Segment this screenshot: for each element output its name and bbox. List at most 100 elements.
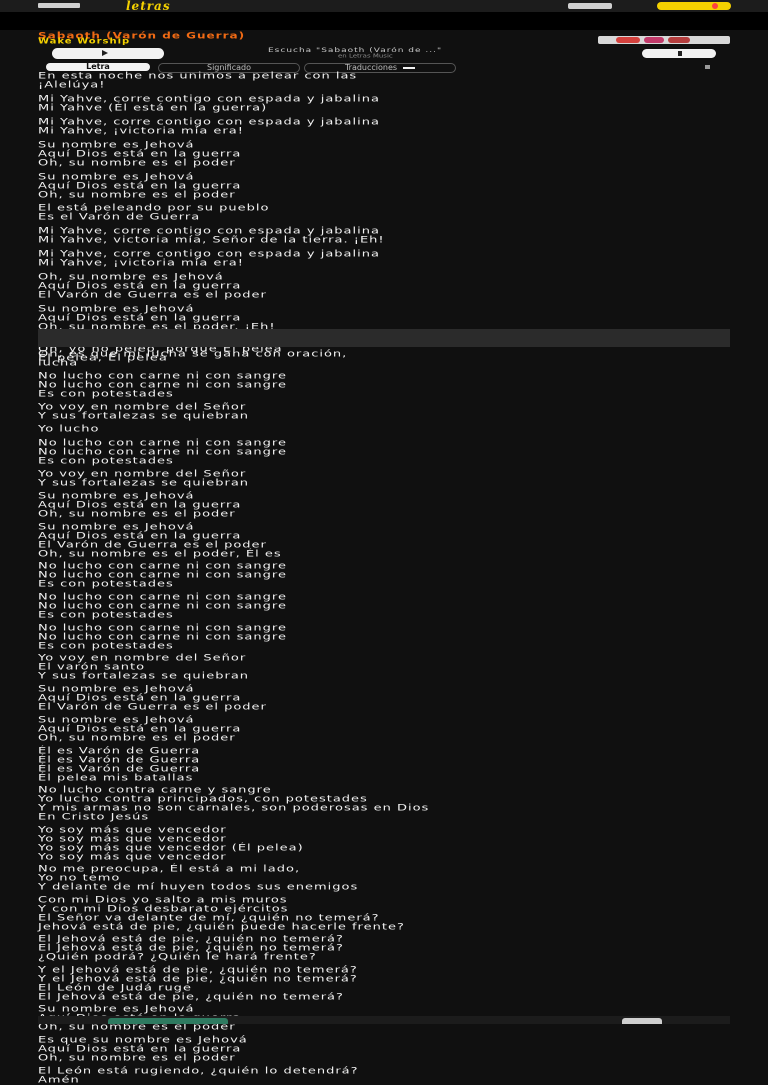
lyrics-line: Oh, su nombre es el poder: [38, 189, 236, 200]
lyrics-line: Su nombre es Jehová: [38, 491, 195, 502]
lyrics-line: Aquí Dios está en la guerra: [38, 180, 242, 191]
lyrics-line: Es el Varón de Guerra: [38, 212, 201, 223]
lyrics-line: Yo lucho contra principados, con potesta…: [38, 794, 368, 805]
lyrics-stanza: Su nombre es JehováAquí Dios está en la …: [38, 716, 730, 743]
lyrics-line: Yo voy en nombre del Señor: [38, 653, 247, 664]
lyrics-line: Mi Yahve (Él está en la guerra): [38, 103, 268, 114]
lyrics-line: Yo soy más que vencedor: [38, 824, 227, 835]
audio-player: Escucha "Sabaoth (Varón de ..." en Letra…: [38, 47, 730, 60]
lyrics-line: Es con potestades: [38, 456, 174, 467]
user-account-button[interactable]: [657, 2, 731, 10]
lyrics-line: Es con potestades: [38, 640, 174, 651]
lyrics-line: Su nombre es Jehová: [38, 1004, 195, 1015]
lyrics-line: Mi Yahve, corre contigo con espada y jab…: [38, 249, 380, 260]
lyrics-line: Su nombre es Jehová: [38, 684, 195, 695]
lyrics-line: Con mi Dios yo salto a mis muros: [38, 895, 288, 906]
chevron-down-icon: [403, 66, 416, 69]
lyrics-stanza: Yo soy más que vencedor Yo soy más que ve…: [38, 826, 730, 862]
lyrics-line: Mi Yahve, corre contigo con espada y jab…: [38, 226, 380, 237]
lyrics-line: No lucho con carne ni con sangre: [38, 371, 287, 382]
lyrics-line: Jehová está de pie, ¿quién puede hacerle…: [38, 922, 405, 933]
lyrics-line: El Varón de Guerra es el poder: [38, 539, 267, 550]
lyrics-line: Aquí Dios está en la guerra: [38, 724, 242, 735]
lyrics-line: Mi Yahve, ¡victoria mía era!: [38, 258, 244, 269]
lyrics-line: No lucho con carne ni con sangre: [38, 592, 287, 603]
lyrics-line: Él es Varón de Guerra: [38, 755, 201, 766]
lyrics-line: No lucho con carne ni con sangre: [38, 561, 287, 572]
lyrics-line: No lucho contra carne y sangre: [38, 785, 272, 796]
lyrics-line: No lucho con carne ni con sangre: [38, 447, 287, 458]
tab-lyrics[interactable]: Letra: [46, 63, 150, 71]
lyrics-line: Oh, su nombre es el poder. ¡Eh!: [38, 321, 276, 332]
lyrics-line: Su nombre es Jehová: [38, 521, 195, 532]
volume-button[interactable]: [642, 49, 716, 58]
lyrics-line: No lucho con carne ni con sangre: [38, 622, 287, 633]
lyrics-stanza: Mi Yahve, corre contigo con espada y jab…: [38, 118, 730, 136]
lyrics-line: Mi Yahve, victoria mía, Señor de la tier…: [38, 235, 385, 246]
lyrics-line: Y sus fortalezas se quiebran: [38, 671, 250, 682]
lyrics-line: Es que su nombre es Jehová: [38, 1035, 248, 1046]
lyrics-stanza: Su nombre es JehováAquí Dios está en la …: [38, 685, 730, 712]
lyrics-line: lucha: [38, 358, 79, 369]
lyrics-stanza: Es que su nombre es Jehová Aquí Dios está…: [38, 1036, 730, 1063]
lyrics-line: Oh, es que mi lucha se gana con oración,: [38, 349, 348, 360]
lyrics-stanza: En esta noche nos unimos a pelear con la…: [38, 72, 730, 90]
lyrics-line: Él es Varón de Guerra: [38, 746, 201, 757]
lyrics-line: Aquí Dios está en la guerra: [38, 312, 242, 323]
lyrics-line: No me preocupa, Él está a mi lado,: [38, 864, 301, 875]
lyrics-line: Su nombre es Jehová: [38, 303, 195, 314]
lyrics-line: Yo soy más que vencedor (Él pelea): [38, 842, 304, 853]
bottom-sticky-bar: [38, 1016, 730, 1024]
lyrics-line: Oh, su nombre es el poder: [38, 1022, 236, 1033]
lyrics-stanza: Su nombre es JehováAquí Dios está en la …: [38, 141, 730, 168]
lyrics-line: Yo voy en nombre del Señor: [38, 402, 247, 413]
lyrics-stanza: Yo voy en nombre del Señor Y sus fortalez…: [38, 470, 730, 488]
lyrics-line: Aquí Dios está en la guerra: [38, 149, 242, 160]
lyrics-stanza: No lucho con carne ni con sangre No lucho…: [38, 439, 730, 466]
more-options-icon[interactable]: [705, 65, 710, 69]
lyrics-line: Él pelea mis batallas: [38, 773, 194, 784]
lyrics-line: Su nombre es Jehová: [38, 715, 195, 726]
lyrics-line: Él es Varón de Guerra: [38, 764, 201, 775]
lyrics-line: El Jehová está de pie, ¿quién no temerá?: [38, 934, 344, 945]
lyrics-stanza: No lucho con carne ni con sangre No lucho…: [38, 372, 730, 399]
lyrics-line: El Varón de Guerra es el poder: [38, 290, 267, 301]
lyrics-stanza: Mi Yahve, corre contigo con espada y jab…: [38, 95, 730, 113]
lyrics-line: Oh, su nombre es el poder: [38, 1053, 236, 1064]
search-icon[interactable]: [568, 3, 612, 9]
speaker-icon: [678, 51, 682, 56]
menu-icon[interactable]: [38, 3, 80, 8]
artist-link[interactable]: Wake Worship: [38, 38, 130, 46]
lyrics-line: Y delante de mí huyen todos sus enemigos: [38, 882, 359, 893]
lyrics-line: Y el Jehová está de pie, ¿quién no temer…: [38, 965, 358, 976]
lyrics-line: Aquí Dios está en la guerra: [38, 530, 242, 541]
lyrics-line: Aquí Dios está en la guerra: [38, 500, 242, 511]
lyrics-stanza: Yo voy en nombre del Señor Y sus fortalez…: [38, 403, 730, 421]
lyrics-line: Y sus fortalezas se quiebran: [38, 477, 250, 488]
lyrics-stanza: Su nombre es JehováAquí Dios está en la …: [38, 303, 730, 332]
bottom-secondary-button[interactable]: [622, 1018, 662, 1024]
lyrics-line: Oh, su nombre es el poder: [38, 158, 236, 169]
lyrics-stanza: El León está rugiendo, ¿quién lo detendr…: [38, 1067, 730, 1085]
lyrics-stanza: Mi Yahve, corre contigo con espada y jab…: [38, 227, 730, 245]
bottom-action-button[interactable]: [108, 1018, 228, 1024]
lyrics-stanza: No lucho con carne ni con sangre No lucho…: [38, 593, 730, 620]
lyrics-stanza: Su nombre es JehováAquí Dios está en la …: [38, 172, 730, 200]
lyrics-stanza: El está peleando por su pueblo Es el Varó…: [38, 204, 730, 222]
lyrics-line: El varón santo: [38, 662, 146, 673]
lyrics-line: Es con potestades: [38, 610, 174, 621]
lyrics-line: Yo lucho: [38, 424, 100, 435]
lyrics-line: Mi Yahve, corre contigo con espada y jab…: [38, 117, 380, 128]
artist-thumbnail[interactable]: [598, 36, 730, 44]
lyrics-line: El Jehová está de pie, ¿quién no temerá?: [38, 992, 344, 1003]
lyrics-stanza: Con mi Dios yo salto a mis muros Y con mi…: [38, 896, 730, 932]
lyrics-stanza: No lucho con carne ni con sangre No lucho…: [38, 624, 730, 651]
lyrics-line: Su nombre es Jehová: [38, 140, 195, 151]
play-button[interactable]: [52, 48, 164, 59]
lyrics-stanza: Y el Jehová está de pie, ¿quién no temer…: [38, 966, 730, 1002]
lyrics-line: Y sus fortalezas se quiebran: [38, 411, 250, 422]
site-logo[interactable]: letras: [126, 0, 171, 12]
lyrics-line: Oh, su nombre es el poder: [38, 733, 236, 744]
player-source-label: en Letras Music: [338, 53, 393, 59]
lyrics-line: El Jehová está de pie, ¿quién no temerá?: [38, 943, 344, 954]
